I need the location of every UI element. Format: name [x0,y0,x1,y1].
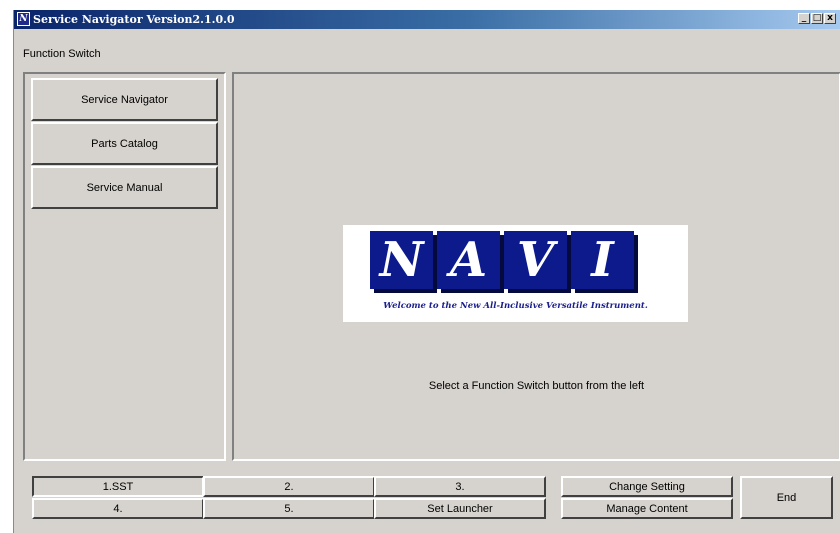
logo-tiles: N A V I [370,231,638,293]
slot-5-button[interactable]: 5. [203,498,375,519]
function-switch-label: Function Switch [23,48,101,60]
logo-letter-v: V [504,231,567,289]
navi-logo: N A V I Welcome to the New All-Inclusive… [343,225,688,322]
slot-2-button[interactable]: 2. [203,476,375,497]
service-manual-button[interactable]: Service Manual [31,166,218,209]
minimize-icon[interactable]: _ [798,13,810,24]
manage-content-button[interactable]: Manage Content [561,498,733,519]
service-navigator-button[interactable]: Service Navigator [31,78,218,121]
title-bar[interactable]: N Service Navigator Version2.1.0.0 _ □ x [14,10,840,29]
sst-button[interactable]: 1.SST [32,476,204,497]
logo-letter-a: A [437,231,500,289]
window-title: Service Navigator Version2.1.0.0 [33,13,235,26]
app-icon: N [17,12,30,26]
slot-4-button[interactable]: 4. [32,498,204,519]
instruction-text: Select a Function Switch button from the… [428,380,645,392]
function-switch-panel: Service Navigator Parts Catalog Service … [23,72,226,461]
app-window: N Service Navigator Version2.1.0.0 _ □ x… [13,10,840,533]
logo-tagline: Welcome to the New All-Inclusive Versati… [383,301,648,311]
main-content-panel: N A V I Welcome to the New All-Inclusive… [232,72,840,461]
logo-letter-i: I [571,231,634,289]
set-launcher-button[interactable]: Set Launcher [374,498,546,519]
slot-3-button[interactable]: 3. [374,476,546,497]
close-icon[interactable]: x [824,13,836,24]
change-setting-button[interactable]: Change Setting [561,476,733,497]
end-button[interactable]: End [740,476,833,519]
parts-catalog-button[interactable]: Parts Catalog [31,122,218,165]
maximize-icon[interactable]: □ [811,13,823,24]
logo-letter-n: N [370,231,433,289]
